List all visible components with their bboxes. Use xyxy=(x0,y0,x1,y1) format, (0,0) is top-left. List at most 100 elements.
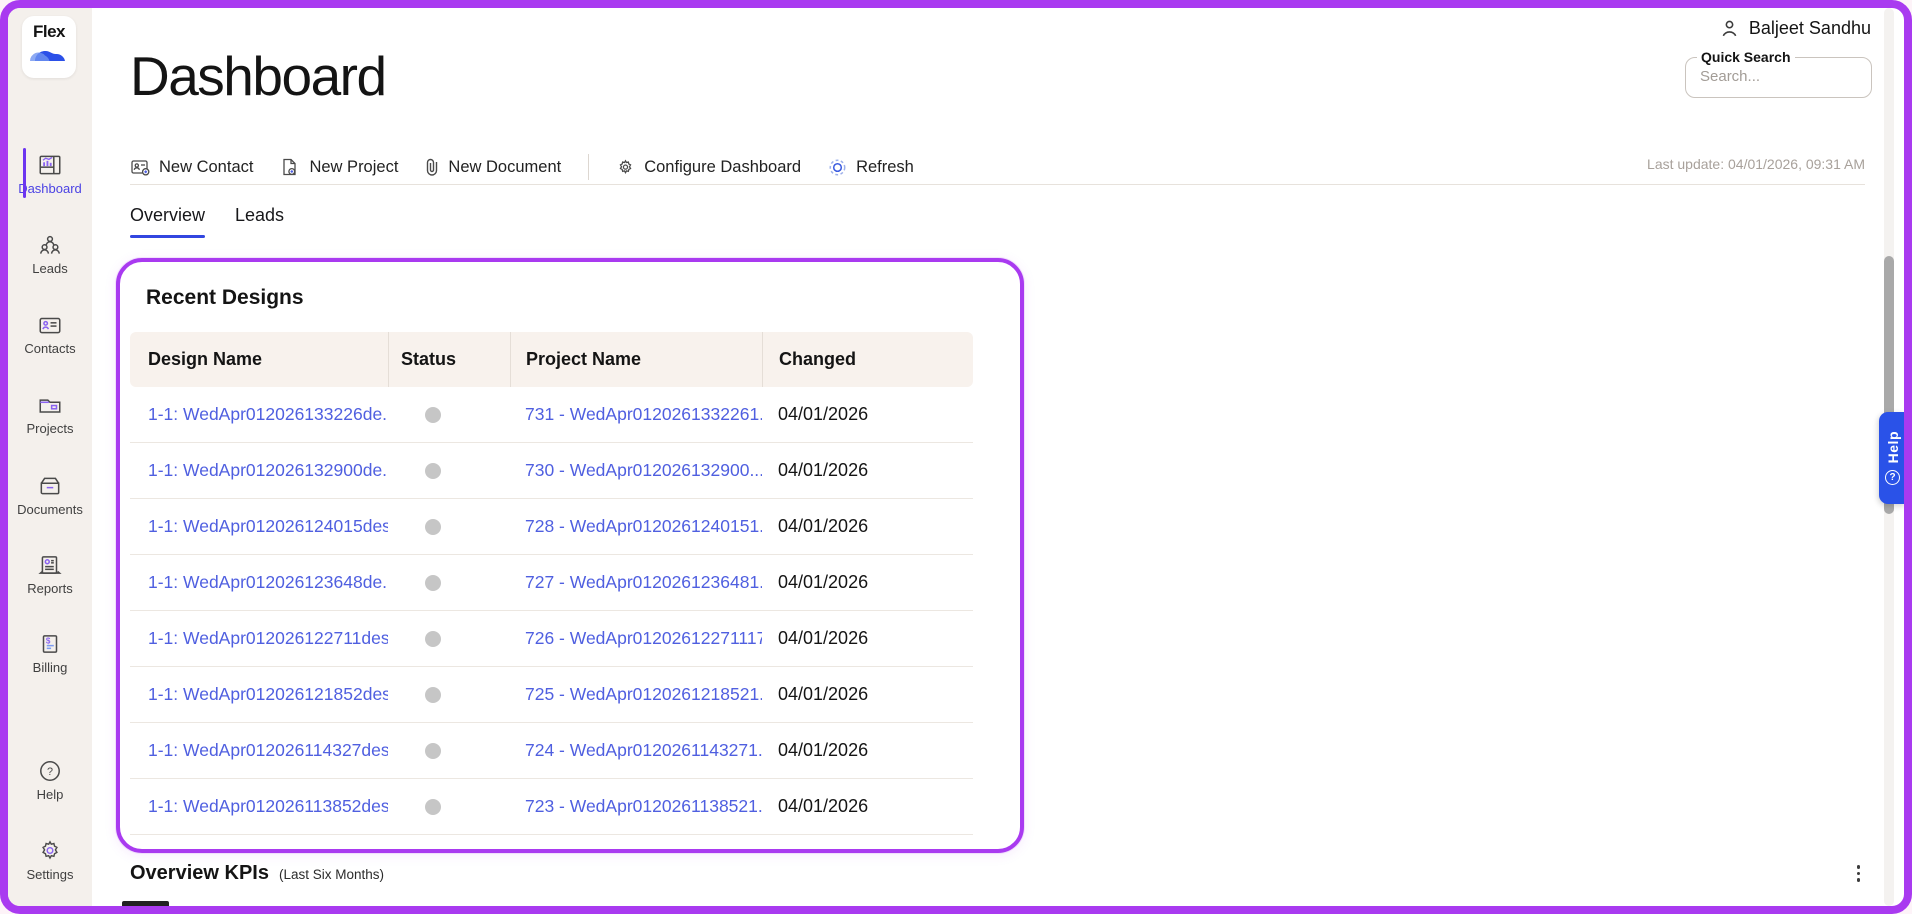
configure-dashboard-button[interactable]: Configure Dashboard xyxy=(616,158,801,177)
kpis-subtitle: (Last Six Months) xyxy=(278,867,385,882)
recent-designs-panel: Recent Designs Design Name Status Projec… xyxy=(116,258,1024,853)
quick-search-label: Quick Search xyxy=(1697,49,1795,65)
project-link[interactable]: 728 - WedApr0120261240151... xyxy=(525,516,762,537)
table-row: 1-1: WedApr012026132900de... 730 - WedAp… xyxy=(130,443,973,499)
sidebar-item-documents[interactable]: Documents xyxy=(8,473,92,517)
table-row: 1-1: WedApr012026121852des... 725 - WedA… xyxy=(130,667,973,723)
changed-date: 04/01/2026 xyxy=(778,628,869,648)
project-link[interactable]: 730 - WedApr012026132900... xyxy=(525,460,762,481)
documents-icon xyxy=(37,473,63,499)
sidebar-item-help[interactable]: ? Help xyxy=(8,758,92,802)
new-project-button[interactable]: New Project xyxy=(280,157,398,177)
project-link[interactable]: 724 - WedApr0120261143271... xyxy=(525,740,762,761)
billing-icon: $ xyxy=(37,631,63,657)
tab-leads[interactable]: Leads xyxy=(235,205,284,230)
question-mark-icon: ? xyxy=(1885,470,1900,486)
table-body: 1-1: WedApr012026133226de... 731 - WedAp… xyxy=(130,387,973,835)
leads-icon xyxy=(37,232,63,258)
recent-designs-title: Recent Designs xyxy=(146,286,304,309)
user-icon xyxy=(1719,18,1740,39)
status-dot xyxy=(425,742,441,759)
recent-designs-table: Design Name Status Project Name Changed … xyxy=(130,332,973,835)
dashboard-icon xyxy=(37,152,63,178)
action-label: New Project xyxy=(309,157,399,176)
sidebar-item-label: Documents xyxy=(17,502,83,517)
sidebar-item-label: Leads xyxy=(32,261,68,276)
tab-overview[interactable]: Overview xyxy=(130,205,206,238)
user-menu[interactable]: Baljeet Sandhu xyxy=(1719,18,1871,39)
sidebar-item-label: Billing xyxy=(32,660,68,675)
last-update: Last update: 04/01/2026, 09:31 AM xyxy=(1647,156,1865,172)
changed-date: 04/01/2026 xyxy=(778,516,869,536)
action-label: Configure Dashboard xyxy=(644,157,802,176)
column-header-design-name: Design Name xyxy=(148,349,263,369)
design-link[interactable]: 1-1: WedApr012026123648de... xyxy=(148,572,388,593)
project-link[interactable]: 725 - WedApr0120261218521... xyxy=(525,684,762,705)
status-dot xyxy=(425,406,441,423)
design-link[interactable]: 1-1: WedApr012026133226de... xyxy=(148,404,388,425)
design-link[interactable]: 1-1: WedApr012026132900de... xyxy=(148,460,388,481)
logo-text: Flex xyxy=(32,22,66,41)
design-link[interactable]: 1-1: WedApr012026121852des... xyxy=(148,684,388,705)
tab-bar: Overview Leads xyxy=(130,205,284,238)
sidebar-item-contacts[interactable]: Contacts xyxy=(8,312,92,356)
new-contact-button[interactable]: New Contact xyxy=(130,157,253,177)
changed-date: 04/01/2026 xyxy=(778,796,869,816)
status-dot xyxy=(425,462,441,479)
table-row: 1-1: WedApr012026113852des... 723 - WedA… xyxy=(130,779,973,835)
sidebar-item-settings[interactable]: Settings xyxy=(8,838,92,882)
new-project-icon xyxy=(280,157,300,177)
status-dot xyxy=(425,518,441,535)
design-link[interactable]: 1-1: WedApr012026114327des... xyxy=(148,740,388,761)
sidebar-item-label: Reports xyxy=(27,581,73,596)
refresh-icon xyxy=(828,158,847,177)
project-link[interactable]: 731 - WedApr0120261332261... xyxy=(525,404,762,425)
column-header-changed: Changed xyxy=(762,332,973,387)
new-document-button[interactable]: New Document xyxy=(425,157,561,177)
toolbar-divider xyxy=(588,154,590,180)
search-input[interactable] xyxy=(1700,68,1860,85)
sidebar: Flex Dashboard Leads Contacts Projects D… xyxy=(8,8,92,906)
app-frame: Flex Dashboard Leads Contacts Projects D… xyxy=(0,0,1912,914)
sidebar-item-leads[interactable]: Leads xyxy=(8,232,92,276)
sidebar-item-dashboard[interactable]: Dashboard xyxy=(8,148,92,198)
column-header-status: Status xyxy=(388,332,510,387)
kpis-menu-button[interactable] xyxy=(1853,861,1865,886)
sidebar-item-label: Settings xyxy=(26,867,74,882)
action-label: New Contact xyxy=(159,157,254,176)
sidebar-item-label: Dashboard xyxy=(18,181,82,196)
actions-toolbar: New Contact New Project New Document Con… xyxy=(130,154,914,180)
changed-date: 04/01/2026 xyxy=(778,404,869,424)
design-link[interactable]: 1-1: WedApr012026124015des... xyxy=(148,516,388,537)
table-row: 1-1: WedApr012026123648de... 727 - WedAp… xyxy=(130,555,973,611)
table-row: 1-1: WedApr012026124015des... 728 - WedA… xyxy=(130,499,973,555)
help-tab[interactable]: Help ? xyxy=(1879,412,1904,504)
kpis-title: Overview KPIs xyxy=(130,862,269,884)
design-link[interactable]: 1-1: WedApr012026122711des1... xyxy=(148,628,388,649)
status-dot xyxy=(425,798,441,815)
user-name: Baljeet Sandhu xyxy=(1748,18,1871,38)
project-link[interactable]: 723 - WedApr0120261138521... xyxy=(525,796,762,817)
header-divider xyxy=(130,184,1865,185)
sidebar-item-projects[interactable]: Projects xyxy=(8,392,92,436)
table-row: 1-1: WedApr012026114327des... 724 - WedA… xyxy=(130,723,973,779)
design-link[interactable]: 1-1: WedApr012026113852des... xyxy=(148,796,388,817)
page-title: Dashboard xyxy=(130,45,387,107)
overview-kpis-heading: Overview KPIs (Last Six Months) xyxy=(130,862,384,885)
paperclip-icon xyxy=(425,157,439,177)
refresh-button[interactable]: Refresh xyxy=(828,158,914,177)
quick-search: Quick Search xyxy=(1685,49,1872,98)
status-dot xyxy=(425,630,441,647)
clipped-content xyxy=(122,901,169,906)
sidebar-item-label: Projects xyxy=(26,421,74,436)
projects-icon xyxy=(37,392,63,418)
table-row: 1-1: WedApr012026133226de... 731 - WedAp… xyxy=(130,387,973,443)
status-dot xyxy=(425,686,441,703)
settings-icon xyxy=(37,838,63,864)
project-link[interactable]: 727 - WedApr0120261236481... xyxy=(525,572,762,593)
svg-text:?: ? xyxy=(47,766,53,778)
sidebar-item-reports[interactable]: Reports xyxy=(8,552,92,596)
flex-logo[interactable]: Flex xyxy=(22,16,76,78)
sidebar-item-billing[interactable]: $ Billing xyxy=(8,631,92,675)
project-link[interactable]: 726 - WedApr01202612271117... xyxy=(525,628,762,649)
